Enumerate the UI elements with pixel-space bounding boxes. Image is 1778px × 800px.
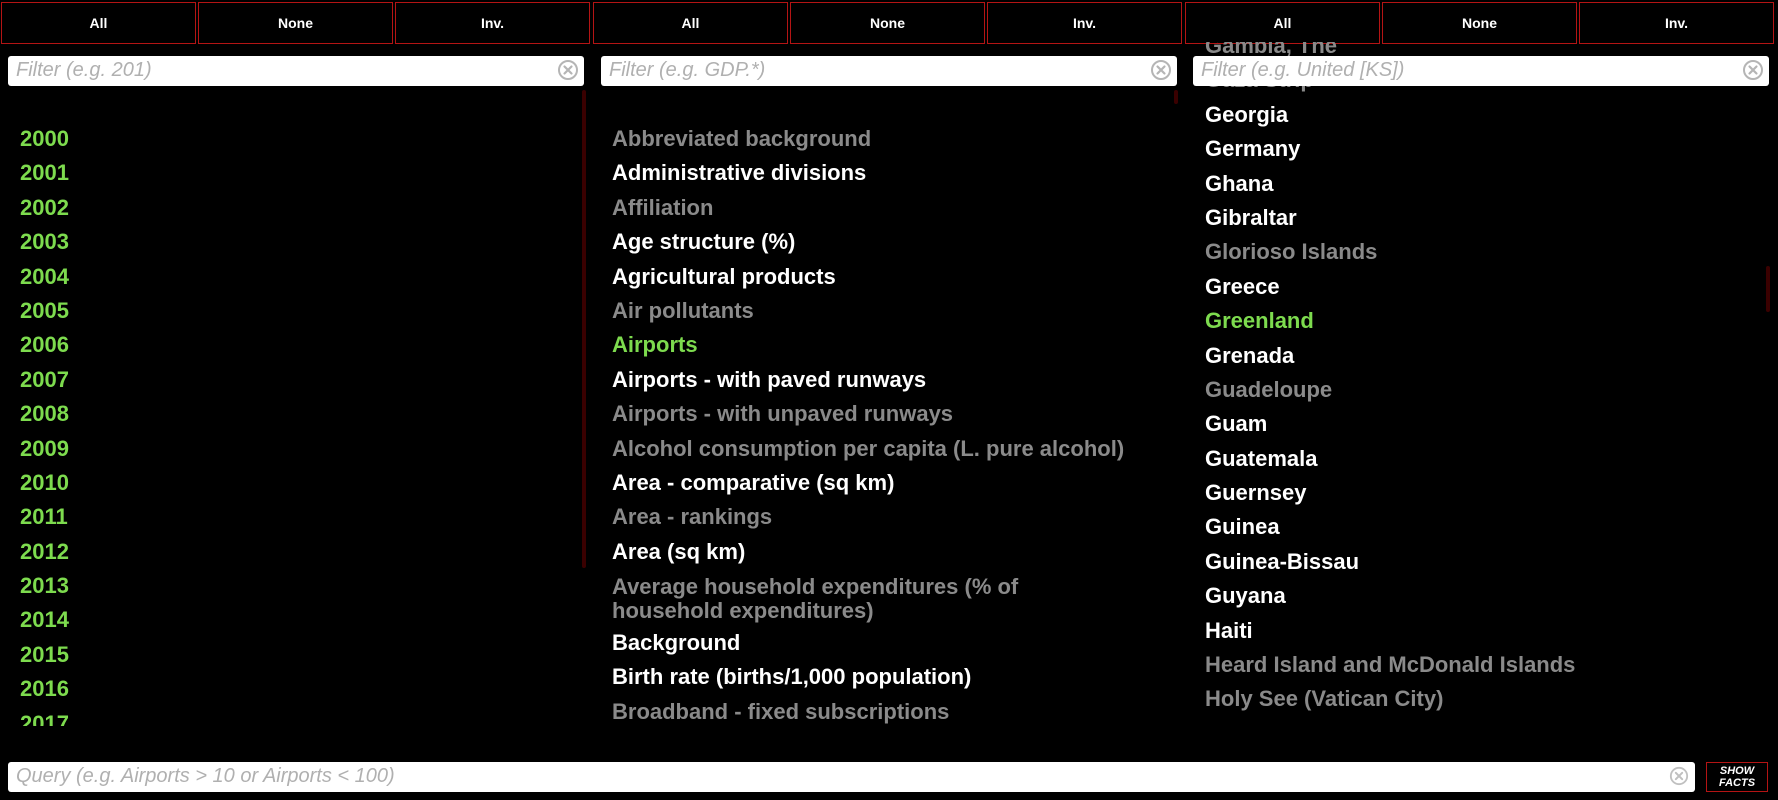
country-item[interactable]: Holy See (Vatican City): [1205, 682, 1765, 716]
country-item[interactable]: Glorioso Islands: [1205, 235, 1765, 269]
years-list: 2000 2001 2002 2003 2004 2005 2006 2007 2008 2009…: [20, 122, 580, 726]
year-item[interactable]: 2004: [20, 260, 580, 294]
year-item[interactable]: 2000: [20, 122, 580, 156]
field-item[interactable]: Broadband - fixed subscriptions: [612, 695, 1132, 726]
country-item[interactable]: Guyana: [1205, 579, 1765, 613]
countries-list-container: Gambia, TheGaza StripGeorgiaGermanyGhana…: [1205, 42, 1765, 718]
country-item[interactable]: Ghana: [1205, 167, 1765, 201]
fields-list: Abbreviated background Administrative div…: [612, 122, 1132, 726]
country-item[interactable]: Greenland: [1205, 304, 1765, 338]
field-item[interactable]: Administrative divisions: [612, 156, 1132, 190]
countries-invert-button[interactable]: Inv.: [1579, 2, 1774, 44]
country-item[interactable]: Guam: [1205, 407, 1765, 441]
country-item[interactable]: Greece: [1205, 270, 1765, 304]
field-item[interactable]: Area - comparative (sq km): [612, 466, 1132, 500]
year-item[interactable]: 2011: [20, 500, 580, 534]
country-item[interactable]: Guinea-Bissau: [1205, 545, 1765, 579]
year-item[interactable]: 2007: [20, 363, 580, 397]
country-item[interactable]: Heard Island and McDonald Islands: [1205, 648, 1765, 682]
fields-list-container: Abbreviated background Administrative div…: [612, 90, 1132, 726]
fields-scrollbar[interactable]: [1174, 90, 1178, 104]
fields-none-button[interactable]: None: [790, 2, 985, 44]
year-item[interactable]: 2008: [20, 397, 580, 431]
field-item[interactable]: Age structure (%): [612, 225, 1132, 259]
country-item[interactable]: Grenada: [1205, 339, 1765, 373]
query-input[interactable]: [8, 762, 1671, 790]
show-facts-button[interactable]: SHOW FACTS: [1706, 762, 1768, 792]
field-item[interactable]: Area (sq km): [612, 535, 1132, 569]
year-item[interactable]: 2012: [20, 535, 580, 569]
field-item[interactable]: Alcohol consumption per capita (L. pure …: [612, 432, 1132, 466]
years-list-container: 2000 2001 2002 2003 2004 2005 2006 2007 2008 2009…: [20, 90, 580, 726]
years-invert-button[interactable]: Inv.: [395, 2, 590, 44]
years-scrollbar[interactable]: [582, 90, 586, 568]
year-item[interactable]: 2017: [20, 707, 580, 726]
years-filter-input[interactable]: [8, 56, 560, 84]
query-box: [8, 762, 1695, 792]
years-none-button[interactable]: None: [198, 2, 393, 44]
year-item[interactable]: 2002: [20, 191, 580, 225]
year-item[interactable]: 2006: [20, 328, 580, 362]
field-item[interactable]: Average household expenditures (% of hou…: [612, 569, 1132, 626]
country-item[interactable]: Guatemala: [1205, 442, 1765, 476]
field-item[interactable]: Area - rankings: [612, 500, 1132, 534]
years-filter: [8, 56, 584, 86]
field-item[interactable]: Airports: [612, 328, 1132, 362]
clear-icon[interactable]: [1150, 59, 1172, 81]
fields-invert-button[interactable]: Inv.: [987, 2, 1182, 44]
year-item[interactable]: 2010: [20, 466, 580, 500]
country-item[interactable]: Georgia: [1205, 98, 1765, 132]
year-item[interactable]: 2003: [20, 225, 580, 259]
field-item[interactable]: Background: [612, 626, 1132, 660]
field-item[interactable]: Airports - with unpaved runways: [612, 397, 1132, 431]
field-item[interactable]: Airports - with paved runways: [612, 363, 1132, 397]
countries-list: Gambia, TheGaza StripGeorgiaGermanyGhana…: [1205, 42, 1765, 717]
year-item[interactable]: 2013: [20, 569, 580, 603]
country-item[interactable]: Guernsey: [1205, 476, 1765, 510]
countries-all-button[interactable]: All: [1185, 2, 1380, 44]
fields-filter-input[interactable]: [601, 56, 1153, 84]
countries-filter-input[interactable]: [1193, 56, 1745, 84]
field-item[interactable]: Air pollutants: [612, 294, 1132, 328]
show-facts-label-line2: FACTS: [1718, 777, 1756, 789]
fields-all-button[interactable]: All: [593, 2, 788, 44]
country-item[interactable]: Haiti: [1205, 614, 1765, 648]
year-item[interactable]: 2015: [20, 638, 580, 672]
year-item[interactable]: 2016: [20, 672, 580, 706]
year-item[interactable]: 2014: [20, 603, 580, 637]
field-item[interactable]: Affiliation: [612, 191, 1132, 225]
countries-scrollbar[interactable]: [1766, 266, 1770, 312]
show-facts-label-line1: SHOW: [1719, 765, 1755, 777]
field-item[interactable]: Agricultural products: [612, 260, 1132, 294]
clear-icon[interactable]: [1668, 765, 1690, 787]
year-item[interactable]: 2001: [20, 156, 580, 190]
countries-none-button[interactable]: None: [1382, 2, 1577, 44]
toolbar: All None Inv. All None Inv. All None Inv…: [0, 0, 1778, 46]
countries-filter: [1193, 56, 1769, 86]
country-item[interactable]: Guinea: [1205, 510, 1765, 544]
country-item[interactable]: Gibraltar: [1205, 201, 1765, 235]
field-item[interactable]: Birth rate (births/1,000 population): [612, 660, 1132, 694]
years-all-button[interactable]: All: [1, 2, 196, 44]
field-item[interactable]: Abbreviated background: [612, 122, 1132, 156]
country-item[interactable]: Germany: [1205, 132, 1765, 166]
country-item[interactable]: Guadeloupe: [1205, 373, 1765, 407]
fields-filter: [601, 56, 1177, 86]
year-item[interactable]: 2005: [20, 294, 580, 328]
year-item[interactable]: 2009: [20, 432, 580, 466]
clear-icon[interactable]: [1742, 59, 1764, 81]
clear-icon[interactable]: [557, 59, 579, 81]
